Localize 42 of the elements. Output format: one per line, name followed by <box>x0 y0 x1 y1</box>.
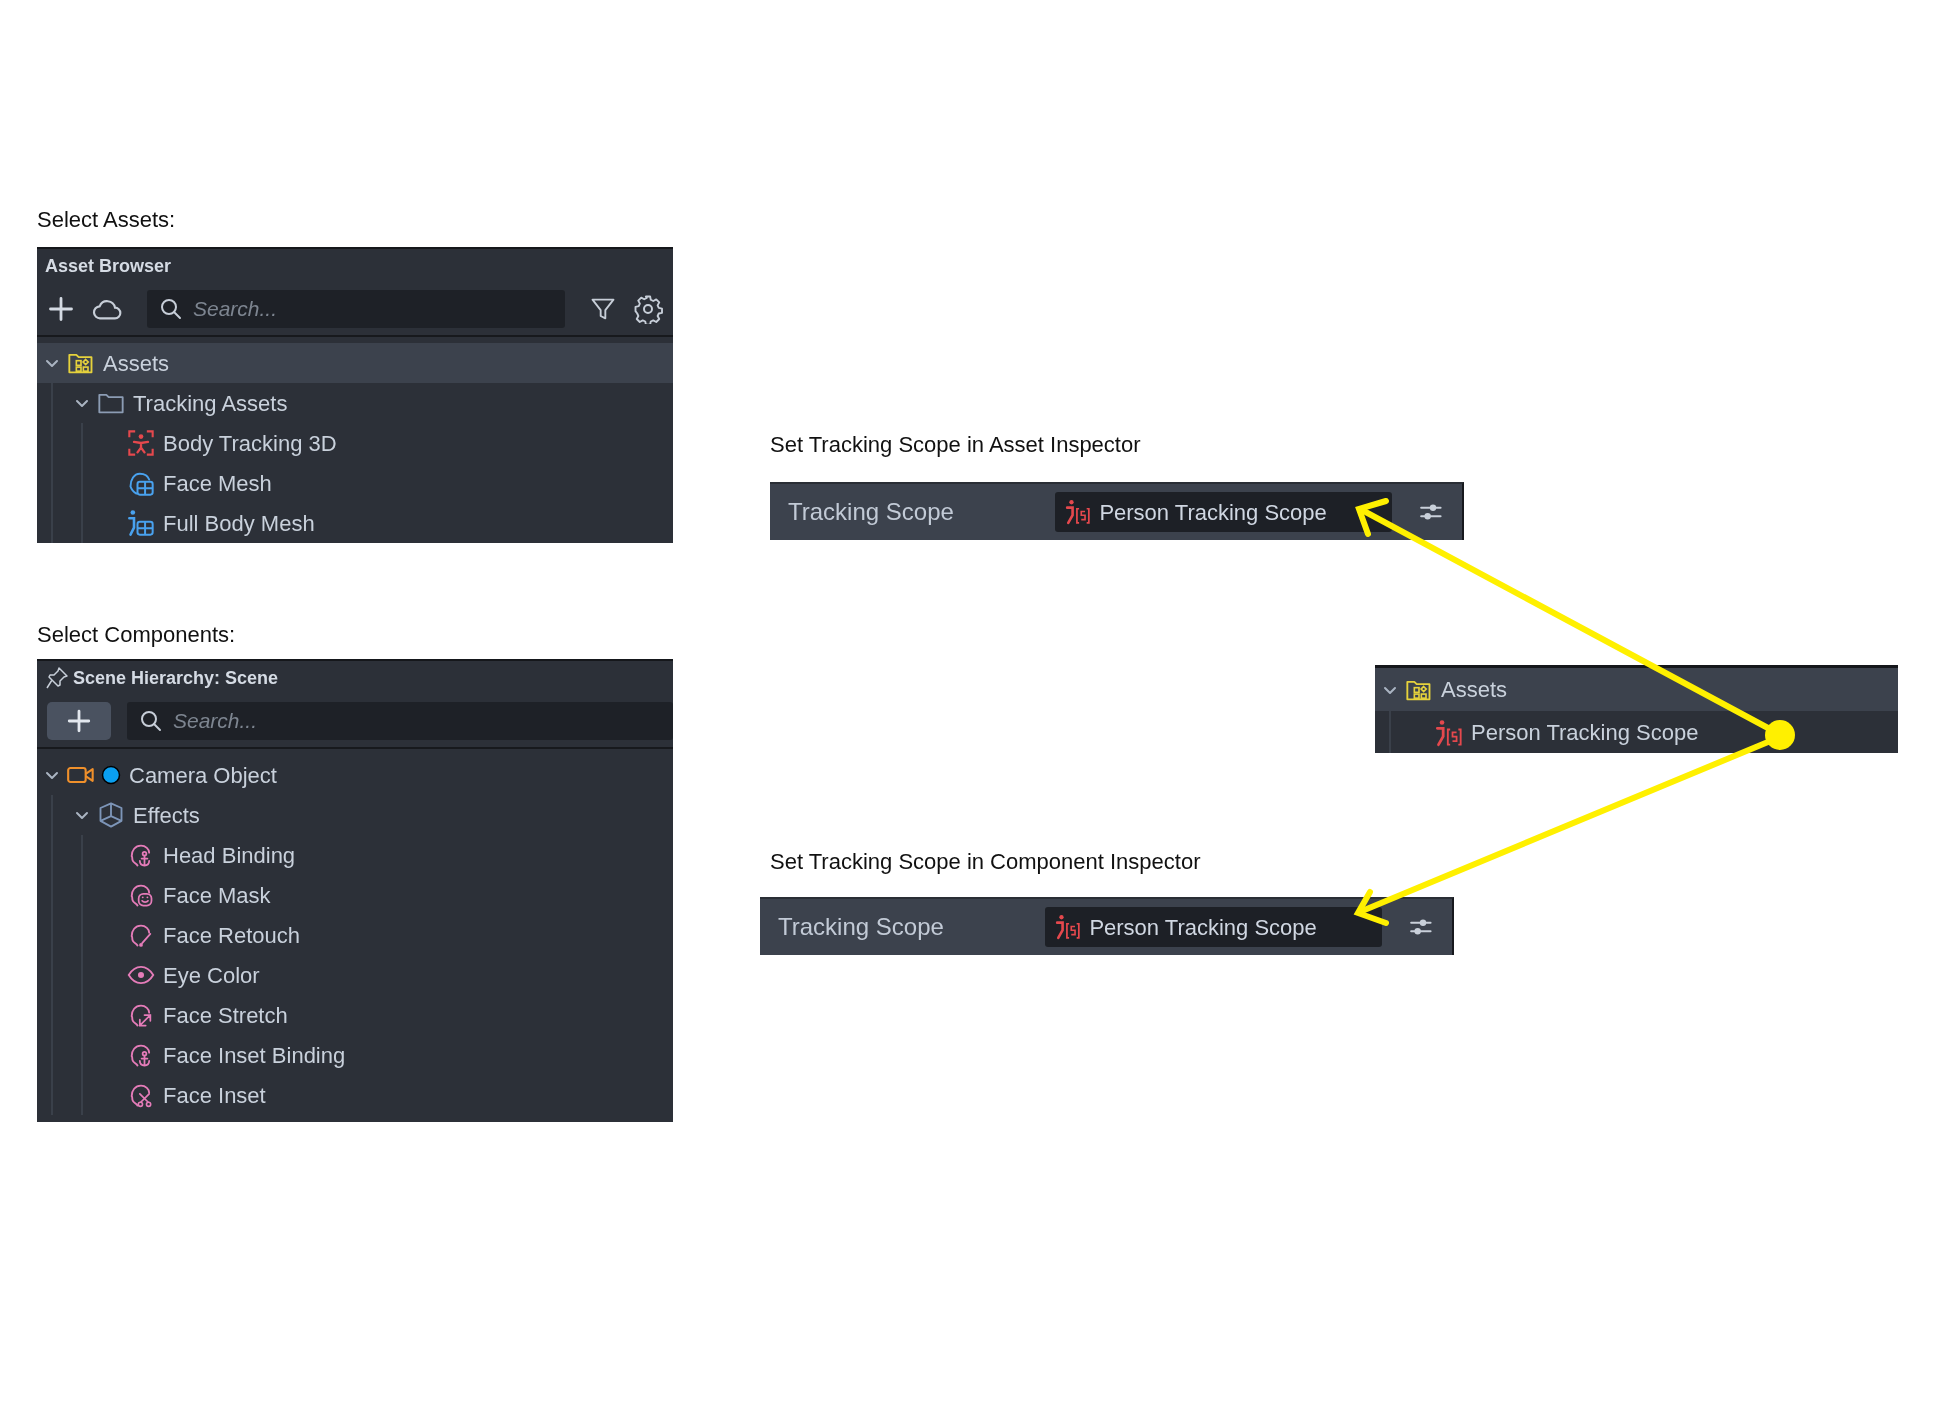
panel-title: Scene Hierarchy: Scene <box>73 667 279 690</box>
add-button[interactable] <box>47 702 111 740</box>
plus-icon <box>66 708 92 734</box>
body-mesh-icon <box>127 509 155 537</box>
asset-field[interactable]: Person Tracking Scope <box>1045 907 1383 947</box>
tree-item[interactable]: Tracking Assets <box>37 383 673 423</box>
settings-icon[interactable] <box>633 294 663 324</box>
person-scope-icon <box>1435 718 1463 747</box>
tree-item[interactable]: Eye Color <box>37 955 673 995</box>
tree-item[interactable]: Assets <box>37 343 673 383</box>
search-icon <box>159 297 183 321</box>
tree-item[interactable]: Person Tracking Scope <box>1375 711 1898 753</box>
caption: Set Tracking Scope in Asset Inspector <box>770 431 1142 459</box>
tree-item[interactable]: Face Retouch <box>37 915 673 955</box>
field-label: Tracking Scope <box>778 912 945 942</box>
search-field[interactable]: Search... <box>147 290 565 328</box>
tree-item[interactable]: Head Binding <box>37 835 673 875</box>
tree-item[interactable]: Face Mask <box>37 875 673 915</box>
cube-icon <box>97 801 125 829</box>
search-field[interactable]: Search... <box>127 702 673 740</box>
tree-item[interactable]: Full Body Mesh <box>37 503 673 543</box>
tree-item[interactable]: Face Mesh <box>37 463 673 503</box>
field-label: Tracking Scope <box>788 497 955 527</box>
caption: Select Components: <box>37 621 237 649</box>
tree-item[interactable]: Face Inset <box>37 1075 673 1115</box>
tree-item[interactable]: Effects <box>37 795 673 835</box>
tree-item[interactable]: Camera Object <box>37 755 673 795</box>
tree-item[interactable]: Face Stretch <box>37 995 673 1035</box>
caption: Select Assets: <box>37 206 177 234</box>
tree-item[interactable]: Face Inset Binding <box>37 1035 673 1075</box>
body-tracking-icon <box>127 429 155 457</box>
plus-icon[interactable] <box>47 295 75 323</box>
pin-icon[interactable] <box>45 666 69 690</box>
caption: Set Tracking Scope in Component Inspector <box>770 848 1202 876</box>
panel-title: Asset Browser <box>44 255 173 278</box>
person-scope-icon <box>1065 499 1092 525</box>
search-icon <box>139 709 163 733</box>
connector-dot <box>1765 720 1795 750</box>
tree-item[interactable]: Assets <box>1375 668 1898 711</box>
asset-field[interactable]: Person Tracking Scope <box>1055 492 1393 532</box>
person-scope-icon <box>1055 914 1082 940</box>
tree-item[interactable]: Body Tracking 3D <box>37 423 673 463</box>
